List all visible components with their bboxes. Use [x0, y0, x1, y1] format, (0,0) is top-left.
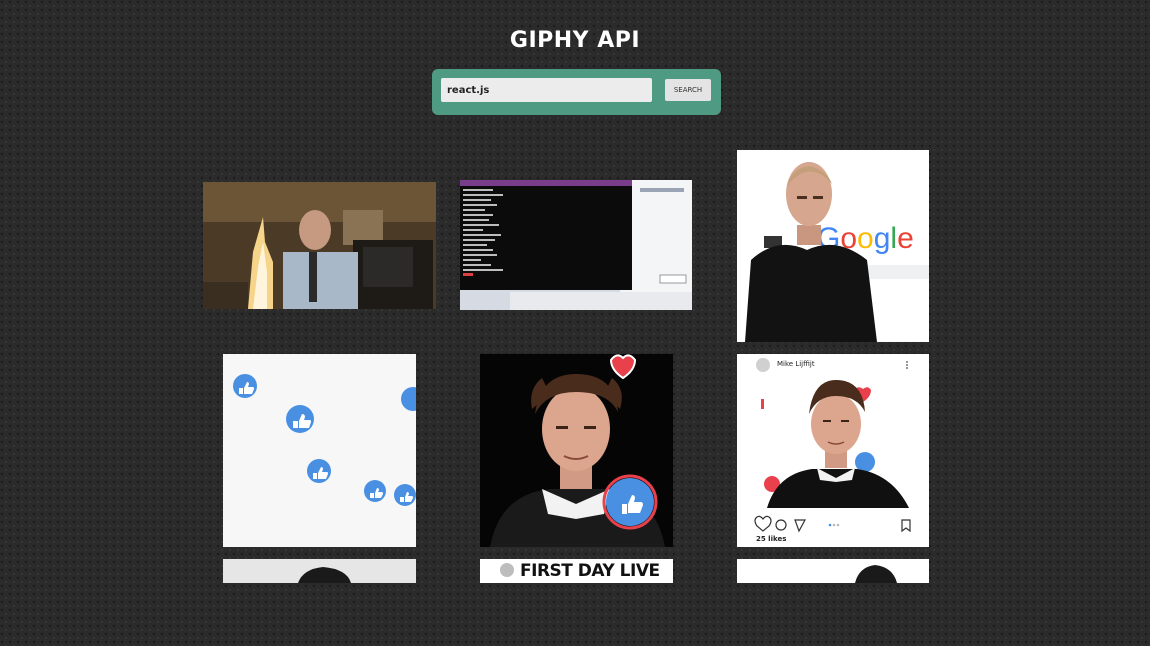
gif-partial-portrait-1[interactable]	[223, 559, 416, 583]
instagram-likes: 25 likes	[756, 535, 787, 543]
gif-office-fire[interactable]	[203, 182, 436, 309]
search-bar: SEARCH	[432, 69, 721, 115]
first-day-live-text: FIRST DAY LIVE	[520, 561, 660, 581]
gif-partial-portrait-2[interactable]	[737, 559, 929, 583]
gif-first-day-live[interactable]: FIRST DAY LIVE	[480, 559, 673, 583]
page-title: GIPHY API	[509, 28, 641, 53]
gif-terminal-screen[interactable]	[460, 180, 692, 310]
gif-man-hearts-likes[interactable]	[480, 354, 673, 547]
gif-like-buttons[interactable]	[223, 354, 416, 547]
instagram-username: Mike Lijffijt	[777, 360, 815, 368]
search-input[interactable]	[441, 78, 652, 102]
search-button[interactable]: SEARCH	[665, 79, 711, 101]
gif-man-google[interactable]: Google	[737, 150, 929, 342]
gif-instagram-post[interactable]: Mike Lijffijt 25 likes	[737, 354, 929, 547]
